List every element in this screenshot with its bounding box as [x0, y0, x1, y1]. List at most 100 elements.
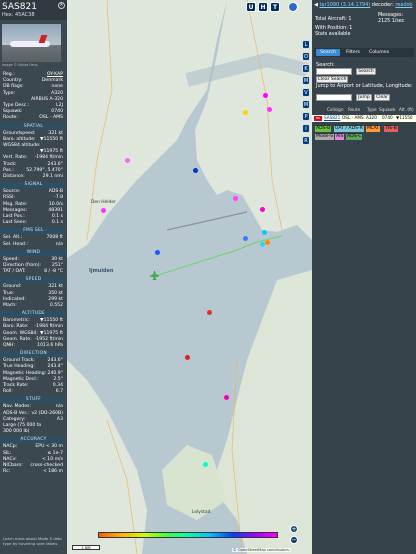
detail-row: Ground: 321 kt: [3, 284, 63, 290]
map-side-button[interactable]: P: [302, 112, 310, 121]
detail-row: ADS-B Ver.: v2 (DO-260B): [3, 411, 63, 417]
stats-link[interactable]: Stats available: [315, 32, 350, 37]
map-button-h[interactable]: H: [258, 2, 268, 12]
filter-chip[interactable]: TIS-B: [384, 126, 398, 132]
filter-chip[interactable]: Mode-S: [315, 134, 335, 140]
filter-chip[interactable]: ADS-C: [346, 134, 363, 140]
detail-value: -7.8: [54, 195, 63, 201]
detail-label: Pos.:: [3, 167, 14, 173]
map-view[interactable]: Den Helder Lelystad Ijmuiden: [67, 0, 312, 554]
detail-row: Baro. Rate: -1984 ft/min: [3, 324, 63, 330]
jump-input[interactable]: [316, 94, 352, 101]
jump-label: Jump to Airport or Latitude, Longitude:: [316, 83, 413, 89]
collapse-arrow-icon[interactable]: ◀: [314, 2, 318, 8]
aircraft-marker-icon[interactable]: [207, 310, 212, 315]
aircraft-marker-icon[interactable]: [224, 395, 229, 400]
section-header-altitude: ALTITUDE: [0, 311, 67, 318]
col-squawk[interactable]: Squawk: [379, 107, 395, 112]
map-side-button[interactable]: O: [302, 52, 310, 61]
messages-label: Messages:: [378, 13, 404, 18]
aircraft-marker-icon[interactable]: [155, 250, 160, 255]
aircraft-marker-icon[interactable]: [262, 230, 267, 235]
detail-row: Route: OSL - AMS: [3, 115, 63, 121]
map-side-button[interactable]: L: [302, 40, 310, 49]
detail-row: AIRBUS A-320: [3, 97, 63, 103]
map-side-button[interactable]: M: [302, 76, 310, 85]
col-callsign[interactable]: Callsign: [327, 107, 343, 112]
detail-value[interactable]: OY-KAP: [47, 72, 63, 77]
aircraft-marker-icon[interactable]: [193, 168, 198, 173]
detail-label: Ground:: [3, 284, 22, 290]
search-button[interactable]: Search: [356, 68, 376, 75]
selected-aircraft-icon[interactable]: [149, 270, 160, 281]
hex-code: Hex: 45AC38: [2, 12, 35, 18]
filter-chip[interactable]: ADS-B: [315, 126, 332, 132]
map-canvas[interactable]: [67, 0, 312, 554]
clear-search-button[interactable]: Clear Search: [316, 76, 348, 83]
aircraft-marker-icon[interactable]: [263, 93, 268, 98]
filter-chip[interactable]: AIS: [335, 134, 345, 140]
aircraft-marker-icon[interactable]: [260, 207, 265, 212]
aircraft-marker-icon[interactable]: [185, 355, 190, 360]
aircraft-photo[interactable]: [2, 24, 61, 62]
aircraft-marker-icon[interactable]: [125, 158, 130, 163]
map-button-t[interactable]: T: [270, 2, 280, 12]
map-side-button[interactable]: I: [302, 124, 310, 133]
detail-row: DB flags: none: [3, 84, 63, 90]
col-type[interactable]: Type: [367, 107, 377, 112]
version-link[interactable]: tar1090 (3.14.1794): [319, 2, 370, 8]
detail-row: Magnetic Decl.: 2.5°: [3, 377, 63, 383]
map-side-button[interactable]: V: [302, 88, 310, 97]
filter-chip[interactable]: MLAT: [366, 126, 381, 132]
close-icon[interactable]: ×: [58, 2, 65, 9]
section-header-stuff: STUFF: [0, 397, 67, 404]
tab-search[interactable]: Search: [316, 49, 340, 56]
detail-row: Magnetic Heading: 240.9°: [3, 371, 63, 377]
detail-value: 10.0/s: [48, 201, 63, 207]
aircraft-marker-icon[interactable]: [243, 110, 248, 115]
detail-label: Large (75 000 to: [3, 423, 42, 428]
detail-row: Indicated: 299 kt: [3, 297, 63, 303]
section-header-wind: WIND: [0, 249, 67, 256]
aircraft-marker-icon[interactable]: [101, 208, 106, 213]
col-alt[interactable]: Alt. (ft): [399, 107, 414, 112]
callsign: SAS821: [2, 2, 37, 12]
jump-button[interactable]: Jump: [356, 94, 372, 101]
detail-value: 2.5°: [53, 376, 63, 382]
search-input[interactable]: [316, 68, 352, 75]
map-side-button[interactable]: K: [302, 64, 310, 73]
detail-value: 52.799°, 5.470°: [26, 167, 63, 173]
detail-label: Track:: [3, 161, 17, 167]
detail-label: Direction (from):: [3, 263, 42, 268]
map-side-button[interactable]: R: [302, 136, 310, 145]
map-side-button[interactable]: M: [302, 100, 310, 109]
detail-value: 0.1 s: [51, 214, 63, 219]
tab-filters[interactable]: Filters: [342, 49, 364, 56]
aircraft-marker-icon[interactable]: [267, 107, 272, 112]
aircraft-marker-icon[interactable]: [243, 236, 248, 241]
detail-row: Geom. WGS84: ▼11975 ft: [3, 331, 63, 337]
settings-gear-icon[interactable]: [288, 2, 298, 12]
aircraft-marker-icon[interactable]: [233, 196, 238, 201]
tab-columns[interactable]: Columns: [366, 49, 392, 56]
clear-button[interactable]: Clear: [374, 94, 390, 101]
decoder-link[interactable]: readsb: [395, 2, 412, 8]
detail-row: Distance: 29.1 nmi: [3, 174, 63, 180]
row-callsign[interactable]: SAS821: [324, 115, 340, 120]
detail-row: Vert. Rate: -1984 ft/min: [3, 155, 63, 161]
detail-row: Baro. altitude: ▼11550 ft: [3, 137, 63, 143]
aircraft-marker-icon[interactable]: [265, 240, 270, 245]
filter-chip[interactable]: UAT / ADS-R: [334, 126, 364, 132]
detail-value: A320: [51, 90, 63, 96]
detail-value: ▼11550 ft: [40, 136, 63, 142]
zoom-in-button[interactable]: +: [290, 525, 298, 533]
detail-value: -1984 ft/min: [34, 155, 63, 161]
zoom-out-button[interactable]: −: [290, 536, 298, 544]
detail-value: 243.4°: [47, 364, 63, 370]
detail-label: Baro. altitude:: [3, 136, 36, 142]
map-button-u[interactable]: U: [246, 2, 256, 12]
aircraft-marker-icon[interactable]: [203, 462, 208, 467]
table-row[interactable]: DK SAS821 OSL - AMS A320 0740 ▼11550: [312, 115, 416, 122]
col-route[interactable]: Route: [348, 107, 360, 112]
detail-row: Groundspeed: 321 kt: [3, 131, 63, 137]
